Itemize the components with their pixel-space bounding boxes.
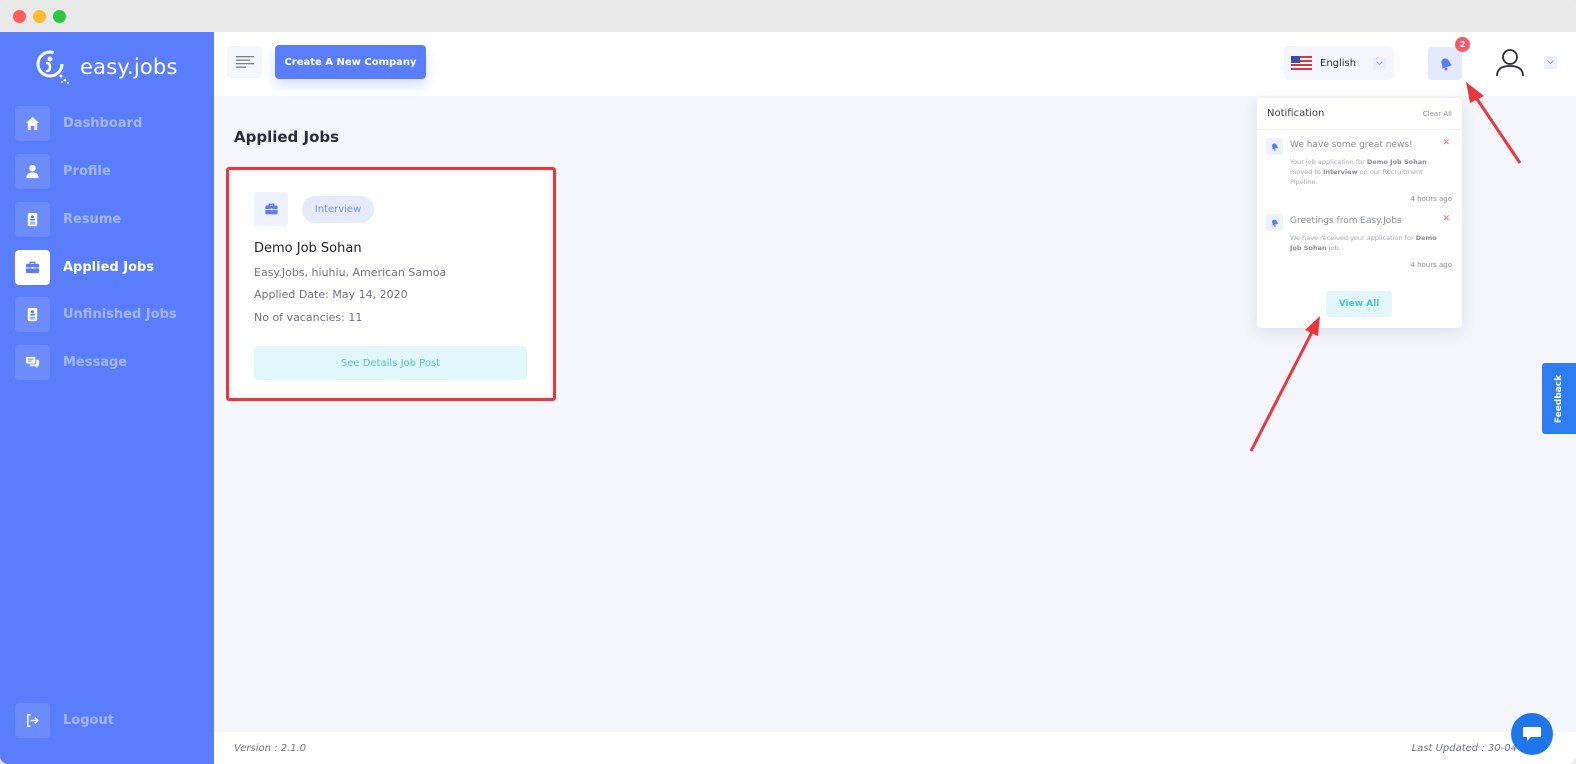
app-window: easy.jobs Dashboard Profile Resume Appli… (0, 0, 1576, 764)
sidebar-toggle-button[interactable] (227, 46, 262, 78)
notification-body: We have received your application for De… (1290, 234, 1437, 252)
us-flag-icon (1291, 56, 1312, 70)
sidebar-item-profile[interactable]: Profile (15, 154, 111, 189)
close-window-button[interactable] (13, 10, 26, 23)
logout-icon (15, 703, 50, 738)
briefcase-icon (15, 250, 50, 285)
title-bar (0, 0, 1576, 32)
user-menu-chevron-icon[interactable] (1544, 56, 1557, 69)
sidebar-item-label: Unfinished Jobs (63, 307, 177, 322)
bell-icon (1440, 58, 1452, 71)
brand-name: easy.jobs (80, 55, 178, 79)
sidebar-item-label: Resume (63, 212, 122, 227)
notification-time: 4 hours ago (1410, 261, 1452, 269)
sidebar-item-label: Applied Jobs (63, 260, 155, 275)
notifications-button[interactable] (1428, 47, 1462, 80)
sidebar-item-dashboard[interactable]: Dashboard (15, 106, 142, 141)
feedback-tab[interactable]: Feedback (1542, 363, 1576, 434)
top-bar: Create A New Company English 2 (214, 32, 1576, 96)
sidebar-item-label: Dashboard (63, 116, 143, 131)
view-all-button[interactable]: View All (1326, 291, 1392, 317)
minimize-window-button[interactable] (33, 10, 46, 23)
language-select[interactable]: English (1284, 46, 1394, 80)
version-text: Version : 2.1.0 (234, 743, 307, 754)
sidebar-item-label: Message (63, 355, 128, 370)
user-icon (15, 154, 50, 189)
sidebar-item-unfinished-jobs[interactable]: Unfinished Jobs (15, 297, 177, 332)
chat-icon (15, 345, 50, 380)
resume-icon (15, 297, 50, 332)
chat-bubble-icon (1523, 727, 1541, 741)
create-company-button[interactable]: Create A New Company (275, 45, 426, 79)
resume-icon (15, 202, 50, 237)
brand-logo[interactable]: easy.jobs (34, 48, 178, 86)
sidebar-item-label: Profile (63, 164, 111, 179)
dismiss-notification-icon[interactable]: ✕ (1442, 138, 1450, 148)
footer: Version : 2.1.0 Last Updated : 30-04-202… (214, 732, 1576, 764)
notification-panel: Notification Clear All We have some grea… (1257, 98, 1462, 328)
hamburger-icon (235, 56, 254, 68)
bell-icon (1266, 214, 1283, 231)
clear-all-button[interactable]: Clear All (1423, 110, 1452, 118)
home-icon (15, 106, 50, 141)
sidebar-item-message[interactable]: Message (15, 345, 127, 380)
notification-body: Your job application for Demo Job Sohan … (1290, 158, 1427, 186)
notification-time: 4 hours ago (1410, 195, 1452, 203)
user-avatar-icon[interactable] (1494, 48, 1526, 78)
logout-label: Logout (63, 713, 114, 728)
live-chat-button[interactable] (1511, 713, 1553, 755)
notification-panel-title: Notification (1267, 108, 1325, 119)
maximize-window-button[interactable] (53, 10, 66, 23)
sidebar-item-resume[interactable]: Resume (15, 202, 121, 237)
feedback-label: Feedback (1554, 374, 1564, 423)
language-label: English (1320, 57, 1357, 69)
chevron-down-icon (1373, 57, 1386, 70)
sidebar: easy.jobs Dashboard Profile Resume Appli… (0, 32, 214, 764)
logout-button[interactable]: Logout (15, 703, 114, 738)
divider (1257, 129, 1462, 130)
bell-icon (1266, 138, 1283, 155)
notification-count-badge: 2 (1455, 37, 1470, 52)
dismiss-notification-icon[interactable]: ✕ (1442, 214, 1450, 224)
notification-title: We have some great news! (1290, 140, 1413, 150)
easyjobs-logo-icon (34, 48, 72, 86)
sidebar-item-applied-jobs[interactable]: Applied Jobs (15, 250, 154, 285)
highlight-annotation-box (226, 167, 556, 401)
page-title: Applied Jobs (234, 128, 340, 146)
notification-title: Greetings from Easy.Jobs (1290, 216, 1402, 226)
